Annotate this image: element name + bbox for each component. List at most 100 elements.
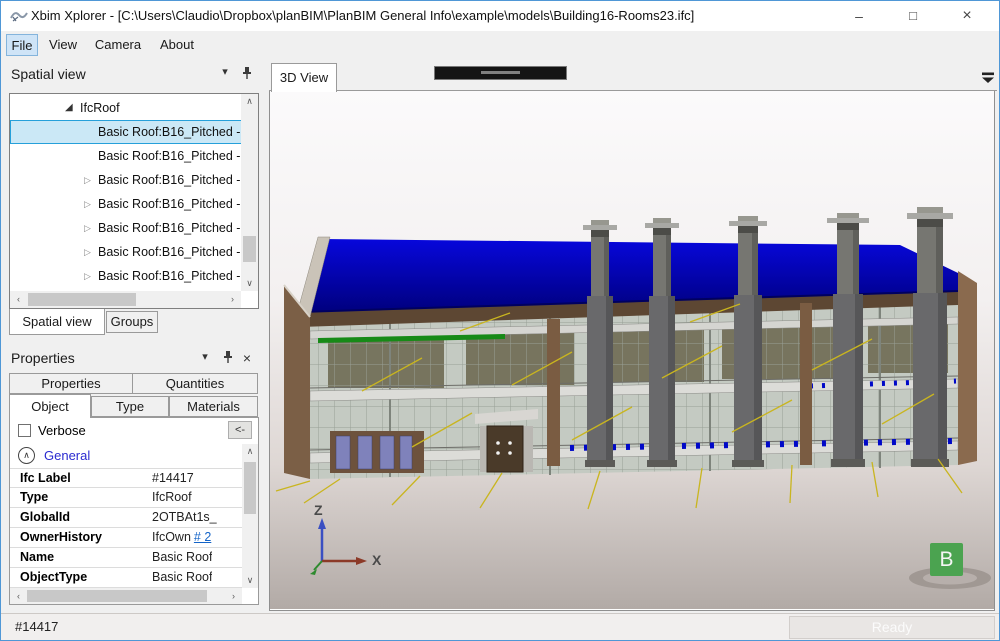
property-key: ObjectType (20, 568, 87, 587)
tree-item-label: Basic Roof:B16_Pitched - Wa (98, 245, 242, 259)
scroll-down-button[interactable]: ∨ (242, 573, 258, 588)
tab-quantities[interactable]: Quantities (132, 373, 258, 394)
property-value: IfcRoof (152, 488, 192, 507)
spatial-tree: ◢ IfcRoof Basic Roof:B16_Pitched - Wa Ba… (9, 93, 259, 309)
scrollbar-thumb[interactable] (244, 462, 256, 514)
property-value: Basic Roof (152, 548, 212, 567)
properties-horizontal-scrollbar: ‹ › (10, 588, 242, 604)
tree-expanded-icon[interactable]: ◢ (65, 96, 73, 120)
verbose-label: Verbose (38, 423, 86, 438)
chevron-down-icon[interactable]: ▾ (197, 350, 213, 363)
scroll-left-button[interactable]: ‹ (10, 291, 27, 308)
pin-icon[interactable] (222, 350, 234, 364)
verbose-checkbox[interactable] (18, 424, 31, 437)
property-value: IfcOwn (152, 528, 191, 547)
tree-collapsed-icon[interactable]: ▷ (84, 168, 91, 192)
properties-vertical-scrollbar: ∧ ∨ (242, 444, 258, 588)
tree-vertical-scrollbar: ∧ ∨ (241, 94, 258, 291)
xbim-watermark: B (930, 543, 963, 576)
scroll-left-button[interactable]: ‹ (10, 588, 27, 604)
property-row: GlobalId 2OTBAt1s_ (10, 508, 242, 528)
property-key: Name (20, 548, 54, 567)
property-row: ObjectType Basic Roof (10, 568, 242, 588)
tab-groups[interactable]: Groups (106, 311, 158, 333)
tree-collapsed-icon[interactable]: ▷ (84, 240, 91, 264)
tab-properties[interactable]: Properties (9, 373, 133, 394)
property-value: #14417 (152, 469, 194, 488)
menu-camera[interactable]: Camera (87, 34, 149, 56)
general-section-row: ∧ General (10, 444, 258, 468)
axis-z-label: Z (314, 502, 323, 518)
close-button[interactable]: × (944, 1, 990, 31)
3d-viewport[interactable]: Z X B (269, 91, 995, 611)
scroll-up-button[interactable]: ∧ (241, 94, 258, 109)
spatial-panel-title: Spatial view (11, 66, 86, 82)
collapse-section-icon[interactable]: ∧ (18, 447, 35, 464)
property-row: Name Basic Roof (10, 548, 242, 568)
tree-item-label: Basic Roof:B16_Pitched - Wa (98, 269, 242, 283)
left-dock-panel: Spatial view ▾ ◢ IfcRoof Basic Roof:B16_… (1, 59, 267, 613)
view-menu-icon[interactable] (981, 71, 995, 84)
close-panel-icon[interactable]: × (239, 350, 255, 366)
progress-bar (481, 71, 520, 74)
object-properties-pane: Verbose <- ∧ General Ifc Label #14417 Ty… (9, 417, 259, 605)
verbose-row: Verbose <- (10, 418, 258, 444)
tree-item-label: Basic Roof:B16_Pitched - Wa (98, 197, 242, 211)
property-row: Type IfcRoof (10, 488, 242, 508)
minimize-button[interactable]: – (836, 1, 882, 31)
status-bar: #14417 Ready (1, 613, 999, 640)
scroll-down-button[interactable]: ∨ (241, 276, 258, 291)
scrollbar-thumb[interactable] (28, 293, 136, 306)
status-selected-entity: #14417 (15, 614, 58, 640)
pin-icon[interactable] (241, 66, 253, 80)
status-ready: Ready (789, 616, 995, 639)
tree-item-label: Basic Roof:B16_Pitched - Wa (98, 173, 242, 187)
window-title: Xbim Xplorer - [C:\Users\Claudio\Dropbox… (31, 1, 694, 31)
tab-materials[interactable]: Materials (169, 396, 258, 417)
section-title: General (44, 448, 90, 463)
entity-link[interactable]: # 2 (194, 528, 211, 547)
floating-progress-widget (434, 66, 567, 80)
xbim-xplorer-window: Xbim Xplorer - [C:\Users\Claudio\Dropbox… (0, 0, 1000, 641)
tree-collapsed-icon[interactable]: ▷ (84, 192, 91, 216)
property-value: 2OTBAt1s_ (152, 508, 217, 527)
tree-item-label: Basic Roof:B16_Pitched - Wa (98, 221, 242, 235)
scroll-right-button[interactable]: › (225, 588, 242, 604)
tree-collapsed-icon[interactable]: ▷ (84, 216, 91, 240)
scrollbar-thumb[interactable] (243, 236, 256, 262)
tab-spatial-view[interactable]: Spatial view (9, 309, 105, 335)
properties-panel-title: Properties (11, 350, 75, 366)
scrollbar-thumb[interactable] (27, 590, 207, 602)
tab-3d-view[interactable]: 3D View (271, 63, 337, 92)
menu-file[interactable]: File (6, 34, 38, 56)
property-value: Basic Roof (152, 568, 212, 587)
menu-about[interactable]: About (153, 34, 201, 56)
property-row: OwnerHistory IfcOwn# 2 (10, 528, 242, 548)
property-row: Ifc Label #14417 (10, 468, 242, 488)
app-icon[interactable] (10, 9, 28, 23)
tree-item[interactable]: ▷ Basic Roof:B16_Pitched - Wa (10, 168, 242, 192)
tree-item-selected[interactable]: Basic Roof:B16_Pitched - Wa (10, 120, 242, 144)
chevron-down-icon[interactable]: ▾ (217, 65, 233, 78)
scroll-right-button[interactable]: › (224, 291, 241, 308)
spatial-panel-header: Spatial view ▾ (1, 63, 267, 89)
tree-item[interactable]: Basic Roof:B16_Pitched - Wa (10, 144, 242, 168)
maximize-button[interactable]: □ (890, 1, 936, 31)
back-button[interactable]: <- (228, 421, 252, 439)
property-key: Type (20, 488, 48, 507)
menu-bar: File View Camera About (1, 31, 999, 59)
tab-object[interactable]: Object (9, 394, 91, 418)
tab-type[interactable]: Type (91, 396, 169, 417)
menu-view[interactable]: View (43, 34, 83, 56)
building-model (270, 91, 994, 609)
tree-item[interactable]: ▷ Basic Roof:B16_Pitched - Wa (10, 192, 242, 216)
axis-x-label: X (372, 552, 381, 568)
tree-item-label: Basic Roof:B16_Pitched - Wa (98, 149, 242, 163)
property-key: GlobalId (20, 508, 70, 527)
tree-item[interactable]: ▷ Basic Roof:B16_Pitched - Wa (10, 240, 242, 264)
tree-collapsed-icon[interactable]: ▷ (84, 264, 91, 288)
scroll-up-button[interactable]: ∧ (242, 444, 258, 459)
tree-node-ifcroof[interactable]: ◢ IfcRoof (10, 96, 242, 120)
tree-item[interactable]: ▷ Basic Roof:B16_Pitched - Wa (10, 264, 242, 288)
tree-item[interactable]: ▷ Basic Roof:B16_Pitched - Wa (10, 216, 242, 240)
